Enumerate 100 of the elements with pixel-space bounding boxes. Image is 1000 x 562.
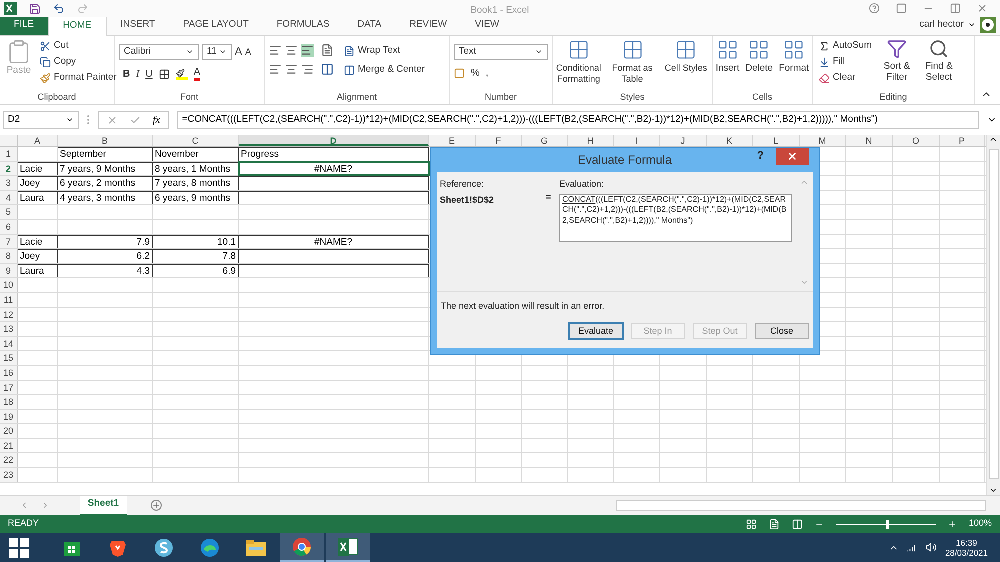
autosum-button[interactable]: AutoSum (817, 39, 874, 53)
row-header[interactable]: 9 (0, 264, 18, 278)
name-box[interactable]: D2 (3, 111, 79, 129)
underline-button[interactable]: U (146, 66, 153, 82)
row-header[interactable]: 10 (0, 278, 18, 292)
column-header[interactable]: P (940, 135, 985, 146)
table-cell[interactable]: Joey (18, 176, 58, 190)
row-header[interactable]: 1 (0, 147, 18, 161)
styles-button[interactable]: Cell Styles (660, 39, 712, 91)
row-header[interactable]: 22 (0, 453, 18, 468)
table-cell[interactable]: 6 years, 2 months (58, 176, 153, 190)
row-header[interactable]: 17 (0, 380, 18, 394)
copy-button[interactable]: Copy (38, 55, 119, 69)
row-header[interactable]: 4 (0, 190, 18, 204)
ribbon-tab[interactable]: FILE (0, 16, 48, 35)
table-cell[interactable]: 4 years, 3 months (58, 190, 153, 204)
sheet-tab[interactable]: Sheet1 (80, 496, 127, 516)
row-header[interactable]: 13 (0, 322, 18, 336)
ribbon-tab[interactable]: HOME (48, 16, 107, 36)
row-header[interactable]: 11 (0, 292, 18, 307)
column-header[interactable]: K (707, 135, 753, 146)
column-header[interactable]: G (522, 135, 568, 146)
help-button[interactable]: ? (757, 148, 764, 165)
column-header[interactable]: H (568, 135, 614, 146)
styles-button[interactable]: Conditional Formatting (553, 39, 605, 91)
row-header[interactable]: 6 (0, 220, 18, 234)
find-select-button[interactable]: Find & Select (920, 39, 958, 91)
formula-field[interactable]: =CONCAT(((LEFT(C2,(SEARCH(".",C2)-1))*12)+(MID(C2,SEARCH(".",C2)+1,2)))-(((LEFT(B2,(SEARCH(".",B2)-1))*12)+(MID(B2,SEARCH(".",B2)+1,2)))))," Months") (177, 111, 979, 129)
row-header[interactable]: 12 (0, 308, 18, 322)
shrink-font-button[interactable]: A (245, 46, 252, 59)
dialog-button[interactable]: Evaluate (569, 323, 623, 339)
cells-button[interactable]: Insert (714, 39, 742, 91)
column-header[interactable]: L (753, 135, 800, 146)
table-cell[interactable]: #NAME? (239, 162, 429, 176)
table-cell[interactable]: 4.3 (58, 264, 153, 278)
row-header[interactable]: 16 (0, 366, 18, 380)
ribbon-tab[interactable]: DATA (344, 16, 396, 35)
column-header[interactable]: B (58, 135, 153, 146)
percent-button[interactable]: % (471, 66, 480, 81)
row-header[interactable]: 2 (0, 162, 18, 176)
insert-function-button[interactable]: fx (153, 112, 160, 128)
comma-button[interactable]: , (486, 66, 489, 81)
dialog-button[interactable]: Close (755, 323, 809, 339)
row-header[interactable]: 8 (0, 249, 18, 263)
column-header[interactable]: I (614, 135, 660, 146)
grow-font-button[interactable]: A (235, 44, 242, 60)
row-header[interactable]: 18 (0, 395, 18, 409)
row-header[interactable]: 23 (0, 468, 18, 482)
cells-button[interactable]: Delete (744, 39, 776, 91)
table-cell[interactable]: Progress (239, 147, 429, 161)
styles-button[interactable]: Format as Table (606, 39, 658, 91)
table-cell[interactable]: 6 years, 9 months (153, 190, 239, 204)
wrap-text-button[interactable]: Wrap Text (342, 44, 428, 58)
table-cell[interactable]: 7 years, 9 Months (58, 162, 153, 176)
column-header[interactable]: M (800, 135, 846, 146)
table-cell[interactable]: Laura (18, 190, 58, 204)
row-header[interactable]: 19 (0, 410, 18, 424)
ribbon-tab[interactable]: INSERT (106, 16, 170, 35)
table-cell[interactable]: 6.9 (153, 264, 239, 278)
cells-button[interactable]: Format (777, 39, 812, 91)
italic-button[interactable]: I (136, 66, 140, 82)
table-cell[interactable]: September (58, 147, 153, 161)
column-header[interactable]: A (18, 135, 58, 146)
row-header[interactable]: 7 (0, 234, 18, 248)
evaluation-field[interactable]: CONCAT(((LEFT(C2,(SEARCH(".",C2)-1))*12)+(MID(C2,SEARCH(".",C2)+1,2)))-(((LEFT(B2,(SEARCH(".",B2)-1))*12)+(MID(B2,SEARCH(".",B2)+1,2))))," Months") (559, 194, 792, 242)
table-cell[interactable]: Joey (18, 249, 58, 263)
table-cell[interactable]: 7.9 (58, 234, 153, 248)
table-cell[interactable]: Laura (18, 264, 58, 278)
ribbon-tab[interactable]: PAGE LAYOUT (169, 16, 263, 35)
column-header[interactable]: E (429, 135, 476, 146)
table-cell[interactable]: 10.1 (153, 234, 239, 248)
merge-center-button[interactable]: Merge & Center (342, 63, 428, 77)
number-format-field[interactable]: Text (454, 44, 548, 60)
table-cell[interactable]: 7.8 (153, 249, 239, 263)
bold-button[interactable]: B (123, 66, 130, 82)
row-header[interactable]: 3 (0, 176, 18, 190)
font-size-field[interactable]: 11 (202, 44, 232, 60)
clear-button[interactable]: Clear (817, 71, 874, 85)
table-cell[interactable]: #NAME? (239, 234, 429, 248)
table-cell[interactable]: November (153, 147, 239, 161)
ribbon-tab[interactable]: REVIEW (396, 16, 462, 35)
row-header[interactable]: 14 (0, 336, 18, 350)
ribbon-tab[interactable]: FORMULAS (262, 16, 344, 35)
table-cell[interactable]: Lacie (18, 234, 58, 248)
sort-filter-button[interactable]: Sort & Filter (878, 39, 916, 91)
table-cell[interactable]: 7 years, 8 months (153, 176, 239, 190)
row-header[interactable]: 15 (0, 351, 18, 365)
row-header[interactable]: 5 (0, 205, 18, 219)
table-cell[interactable]: 6.2 (58, 249, 153, 263)
column-header[interactable]: O (893, 135, 940, 146)
row-header[interactable]: 20 (0, 424, 18, 438)
column-header[interactable]: J (660, 135, 707, 146)
cut-button[interactable]: Cut (38, 39, 119, 53)
column-header[interactable]: N (846, 135, 893, 146)
table-cell[interactable]: 8 years, 1 Months (153, 162, 239, 176)
column-header[interactable]: D (239, 135, 429, 146)
font-family-field[interactable]: Calibri (119, 44, 199, 60)
format-painter-button[interactable]: Format Painter (38, 71, 119, 85)
row-header[interactable]: 21 (0, 438, 18, 452)
fill-button[interactable]: Fill (817, 55, 874, 69)
